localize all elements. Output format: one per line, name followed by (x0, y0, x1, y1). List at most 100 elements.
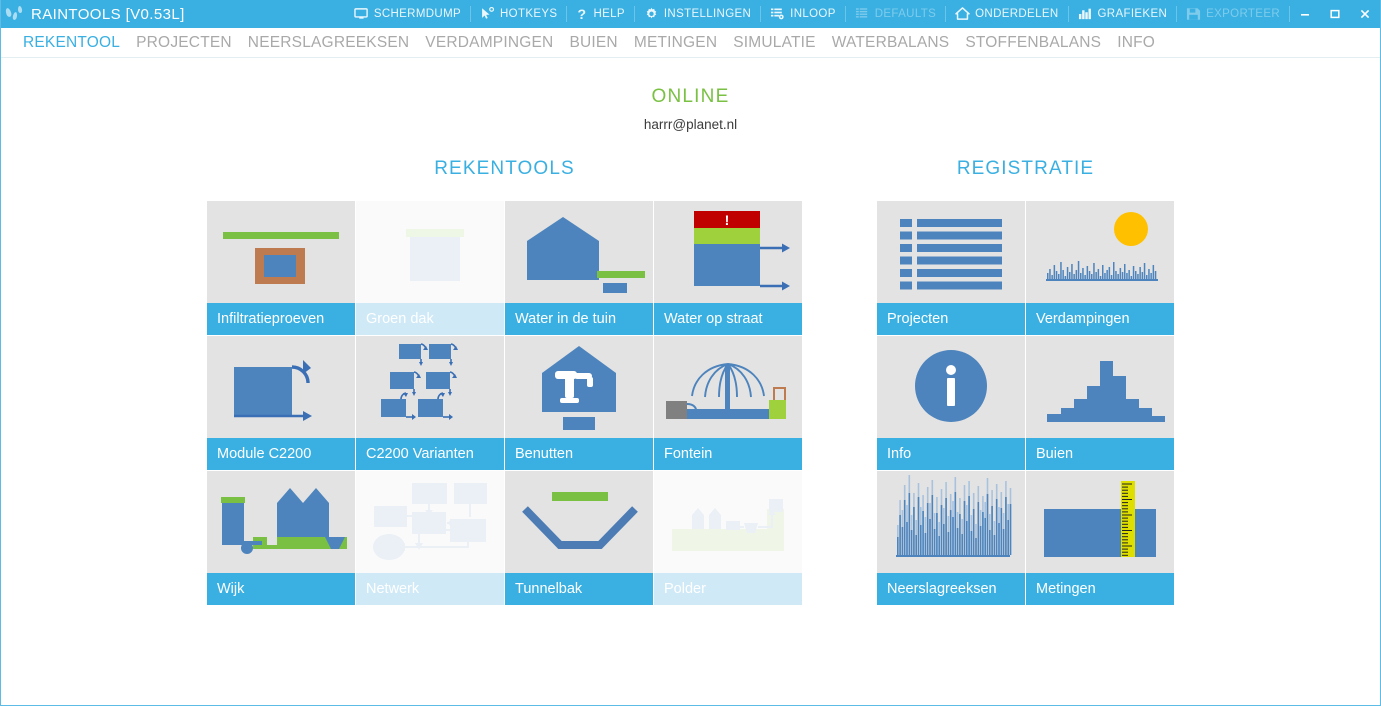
close-button[interactable] (1350, 0, 1380, 28)
status-online-label: ONLINE (651, 86, 730, 107)
toolbar-separator (760, 6, 762, 22)
main-content: ONLINE harrr@planet.nl REKENTOOLS Infilt… (1, 58, 1380, 705)
tile-grid-rekentools: Infiltratieproeven Groen dak Water in de… (207, 201, 802, 605)
groendak-illustration-icon (356, 201, 504, 303)
app-title: RAINTOOLS [V0.53L] (31, 5, 185, 23)
tile-tunnelbak[interactable]: Tunnelbak (505, 471, 653, 605)
tile-label: Wijk (207, 573, 355, 605)
tile-label: Module C2200 (207, 438, 355, 470)
tile-fontein[interactable]: Fontein (654, 336, 802, 470)
toolbar-item-label: DEFAULTS (874, 8, 937, 20)
section-rekentools: REKENTOOLS Infiltratieproeven Groen dak … (207, 158, 802, 605)
grid-icon (855, 7, 870, 21)
tile-polder: Polder (654, 471, 802, 605)
menu-item-verdampingen[interactable]: VERDAMPINGEN (417, 34, 561, 52)
tile-label: Infiltratieproeven (207, 303, 355, 335)
tile-label: Polder (654, 573, 802, 605)
tile-c2200varianten[interactable]: C2200 Varianten (356, 336, 504, 470)
tile-label: C2200 Varianten (356, 438, 504, 470)
tile-label: Water in de tuin (505, 303, 653, 335)
save-icon (1186, 7, 1201, 21)
fontein-illustration-icon (654, 336, 802, 438)
menu-item-metingen[interactable]: METINGEN (626, 34, 725, 52)
toolbar-instellingen-button[interactable]: INSTELLINGEN (635, 0, 760, 28)
title-bar: RAINTOOLS [V0.53L] SCHERMDUMP HOTKEYS ? HEL… (1, 0, 1380, 28)
tile-waterstraat[interactable]: ! Water op straat (654, 201, 802, 335)
minimize-button[interactable] (1290, 0, 1320, 28)
tile-projecten[interactable]: Projecten (877, 201, 1025, 335)
menu-item-neerslagreeksen[interactable]: NEERSLAGREEKSEN (240, 34, 418, 52)
monitor-icon (354, 7, 369, 21)
menu-item-waterbalans[interactable]: WATERBALANS (824, 34, 958, 52)
bar-chart-icon (1078, 7, 1093, 21)
list-gear-icon (770, 7, 785, 21)
projecten-illustration-icon (877, 201, 1025, 303)
toolbar-onderdelen-button[interactable]: ONDERDELEN (946, 0, 1067, 28)
toolbar-item-label: GRAFIEKEN (1097, 8, 1168, 20)
info-illustration-icon (877, 336, 1025, 438)
tile-modulec2200[interactable]: Module C2200 (207, 336, 355, 470)
toolbar-separator (945, 6, 947, 22)
menu-item-simulatie[interactable]: SIMULATIE (725, 34, 823, 52)
benutten-illustration-icon (505, 336, 653, 438)
menu-item-stoffenbalans[interactable]: STOFFENBALANS (957, 34, 1109, 52)
toolbar-help-button[interactable]: ? HELP (567, 0, 633, 28)
toolbar-inloop-button[interactable]: INLOOP (761, 0, 845, 28)
c2200varianten-illustration-icon (356, 336, 504, 438)
menu-item-buien[interactable]: BUIEN (561, 34, 625, 52)
tile-label: Projecten (877, 303, 1025, 335)
infiltratieproeven-illustration-icon (207, 201, 355, 303)
toolbar-separator (1176, 6, 1178, 22)
home-icon (955, 7, 970, 21)
tile-grid-registratie: Projecten Verdampingen Info Buien Neersl… (877, 201, 1174, 605)
menu-item-projecten[interactable]: PROJECTEN (128, 34, 240, 52)
tile-watertuin[interactable]: Water in de tuin (505, 201, 653, 335)
close-icon (1359, 8, 1371, 20)
tile-buien[interactable]: Buien (1026, 336, 1174, 470)
tile-label: Buien (1026, 438, 1174, 470)
maximize-button[interactable] (1320, 0, 1350, 28)
tile-label: Groen dak (356, 303, 504, 335)
metingen-illustration-icon (1026, 471, 1174, 573)
tile-label: Netwerk (356, 573, 504, 605)
toolbar-schermdump-button[interactable]: SCHERMDUMP (345, 0, 470, 28)
title-bar-toolbar: SCHERMDUMP HOTKEYS ? HELP INSTELLINGEN INLOOP… (345, 0, 1380, 28)
tile-wijk[interactable]: Wijk (207, 471, 355, 605)
svg-text:?: ? (578, 7, 587, 21)
toolbar-separator (633, 6, 635, 22)
raindrops-icon (1, 0, 27, 28)
toolbar-exporteer-button: EXPORTEER (1177, 0, 1289, 28)
tile-columns: REKENTOOLS Infiltratieproeven Groen dak … (1, 158, 1380, 605)
tile-netwerk: Netwerk (356, 471, 504, 605)
tunnelbak-illustration-icon (505, 471, 653, 573)
status-email: harrr@planet.nl (643, 117, 738, 132)
menu-item-info[interactable]: INFO (1109, 34, 1163, 52)
toolbar-separator (844, 6, 846, 22)
waterstraat-illustration-icon: ! (654, 201, 802, 303)
tile-metingen[interactable]: Metingen (1026, 471, 1174, 605)
toolbar-item-label: INLOOP (790, 8, 836, 20)
tile-label: Water op straat (654, 303, 802, 335)
main-menu-bar: REKENTOOL PROJECTEN NEERSLAGREEKSEN VERDAMP… (1, 28, 1380, 58)
modulec2200-illustration-icon (207, 336, 355, 438)
toolbar-grafieken-button[interactable]: GRAFIEKEN (1069, 0, 1177, 28)
tile-verdampingen[interactable]: Verdampingen (1026, 201, 1174, 335)
wijk-illustration-icon (207, 471, 355, 573)
tile-label: Tunnelbak (505, 573, 653, 605)
cursor-icon (480, 7, 495, 21)
toolbar-item-label: EXPORTEER (1206, 8, 1280, 20)
tile-label: Benutten (505, 438, 653, 470)
tile-neerslagreeksen[interactable]: Neerslagreeksen (877, 471, 1025, 605)
toolbar-item-label: HOTKEYS (500, 8, 558, 20)
section-registratie: REGISTRATIE Projecten Verdampingen Info (877, 158, 1174, 605)
menu-item-rekentool[interactable]: REKENTOOL (23, 34, 128, 52)
toolbar-separator (470, 6, 472, 22)
toolbar-hotkeys-button[interactable]: HOTKEYS (471, 0, 566, 28)
tile-benutten[interactable]: Benutten (505, 336, 653, 470)
section-title-rekentools: REKENTOOLS (434, 158, 575, 179)
tile-infiltratieproeven[interactable]: Infiltratieproeven (207, 201, 355, 335)
status-block: ONLINE harrr@planet.nl (1, 58, 1380, 132)
toolbar-separator (566, 6, 568, 22)
tile-info[interactable]: Info (877, 336, 1025, 470)
tile-label: Verdampingen (1026, 303, 1174, 335)
